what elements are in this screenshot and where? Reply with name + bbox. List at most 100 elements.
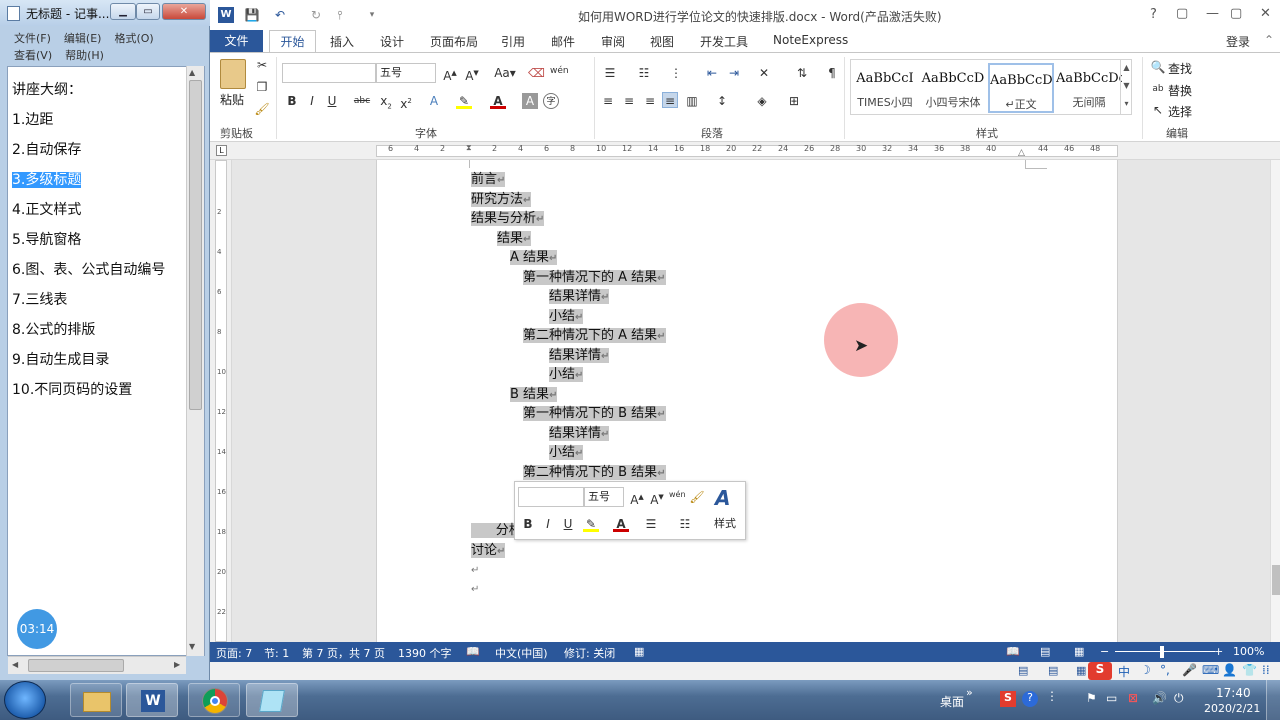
justify-icon[interactable]: ≡ (662, 92, 678, 108)
style-xiaosi-songti[interactable]: AaBbCcD 小四号宋体 (920, 63, 986, 113)
numbering-icon[interactable]: ☷ (636, 65, 652, 81)
doc-heading-line[interactable]: 第一种情况下的 B 结果↵ (523, 404, 666, 424)
hscrollbar-thumb[interactable] (28, 659, 124, 672)
scroll-down-icon[interactable]: ▼ (189, 642, 195, 651)
doc-heading-line[interactable]: 结果与分析↵ (471, 209, 545, 229)
align-right-icon[interactable]: ≡ (642, 93, 658, 109)
scroll-right-icon[interactable]: ▶ (174, 660, 180, 669)
distributed-icon[interactable]: ▥ (684, 93, 700, 109)
tab-noteexpress[interactable]: NoteExpress (773, 33, 848, 47)
doc-heading-line[interactable]: 结果↵ (497, 229, 532, 249)
mini-font-size[interactable]: 五号 (584, 487, 624, 507)
tray-power-icon[interactable]: ⏻ (1174, 691, 1184, 706)
ime-moon-icon[interactable]: ☽ (1140, 663, 1151, 677)
read-mode-icon[interactable]: 📖 (1006, 645, 1020, 658)
horizontal-ruler[interactable]: L ⧗ △ 6 4 2 2 4 6 8 10 12 14 16 18 20 22 24 26 28 30 32 34 3… (210, 142, 1280, 160)
mini-bullets-icon[interactable]: ☰ (643, 516, 659, 532)
doc-heading-line[interactable]: B 结果↵ (510, 385, 558, 405)
mini-underline-icon[interactable]: U (560, 516, 576, 532)
ribbon-display-button[interactable]: ▢ (1176, 6, 1188, 21)
reading-icon[interactable]: ▤ (1018, 664, 1028, 677)
word-minimize-button[interactable]: — (1206, 6, 1219, 21)
help-button[interactable]: ? (1150, 7, 1157, 22)
text-effects-icon[interactable]: A (426, 93, 442, 109)
select-icon[interactable]: ↖ (1150, 102, 1166, 118)
doc-heading-line[interactable]: 研究方法↵ (471, 190, 532, 210)
font-family-select[interactable] (282, 63, 376, 83)
maximize-button[interactable]: ▭ (136, 3, 160, 20)
character-shading-icon[interactable]: A (522, 93, 538, 109)
ime-grid-icon[interactable]: ⁞⁞ (1262, 663, 1270, 677)
strikethrough-icon[interactable]: abc (352, 93, 372, 109)
document-vertical-scrollbar[interactable] (1270, 160, 1280, 642)
mini-shrink-font-icon[interactable]: A▼ (649, 489, 665, 507)
proofing-icon[interactable]: 📖 (466, 645, 480, 658)
close-button[interactable]: ✕ (162, 3, 206, 20)
mini-styles-button[interactable]: 样式 (714, 515, 736, 531)
style-normal[interactable]: AaBbCcDd↵正文 (988, 63, 1054, 113)
customize-toolbar-icon[interactable]: ▾ (364, 7, 380, 23)
taskbar-explorer[interactable] (70, 683, 122, 717)
status-word-count[interactable]: 1390 个字 (398, 645, 452, 661)
highlight-icon[interactable]: ✎ (456, 93, 472, 109)
start-button[interactable] (4, 681, 46, 719)
menu-help[interactable]: 帮助(H) (65, 49, 104, 62)
borders-icon[interactable]: ⊞ (786, 93, 802, 109)
tab-file[interactable]: 文件 (210, 30, 263, 52)
tray-volume-icon[interactable]: 🔊 (1152, 691, 1167, 705)
scrollbar-thumb[interactable] (189, 80, 202, 410)
chinese-layout-icon[interactable]: ✕ (756, 65, 772, 81)
ime-punct-icon[interactable]: °, (1160, 663, 1170, 677)
toolbar-expand-icon[interactable]: » (966, 686, 973, 699)
ime-user-icon[interactable]: 👤 (1222, 663, 1237, 677)
undo-icon[interactable]: ↶ (272, 7, 288, 23)
italic-icon[interactable]: I (304, 93, 320, 109)
grow-font-icon[interactable]: A▲ (442, 65, 458, 83)
mini-font-color-icon[interactable]: A (613, 516, 629, 532)
doc-heading-line[interactable]: A 结果↵ (510, 248, 558, 268)
tab-developer[interactable]: 开发工具 (700, 33, 748, 50)
taskbar-notepad[interactable] (246, 683, 298, 717)
sort-icon[interactable]: ⇅ (794, 65, 810, 81)
ime-keyboard-icon[interactable]: ⌨ (1202, 663, 1219, 677)
collapse-ribbon-icon[interactable]: ⌃ (1264, 33, 1274, 47)
print-layout-icon[interactable]: ▤ (1040, 645, 1050, 658)
align-center-icon[interactable]: ≡ (621, 93, 637, 109)
menu-view[interactable]: 查看(V) (14, 49, 52, 62)
desktop-toolbar-label[interactable]: 桌面 (940, 693, 964, 710)
scroll-left-icon[interactable]: ◀ (12, 660, 18, 669)
right-indent-marker-icon[interactable]: △ (1018, 148, 1025, 158)
taskbar-word[interactable]: W (126, 683, 178, 717)
format-painter-icon[interactable]: 🖌 (254, 101, 270, 117)
word-maximize-button[interactable]: ▢ (1230, 6, 1242, 21)
menu-format[interactable]: 格式(O) (114, 32, 153, 45)
status-page[interactable]: 页面: 7 (216, 645, 252, 661)
increase-indent-icon[interactable]: ⇥ (726, 65, 742, 81)
cut-icon[interactable]: ✂ (254, 57, 270, 73)
ime-shirt-icon[interactable]: 👕 (1242, 663, 1257, 677)
document-page[interactable]: 分析 讨论↵ ↵ ↵ 前言↵ 研究方法↵ 结果与分析↵ 结果↵ A 结果↵ 第一种情况下的… (376, 160, 1118, 642)
word-titlebar[interactable]: W 💾 ↶ ↻ ⫯ ▾ 如何用WORD进行学位论文的快速排版.docx - Wo… (210, 0, 1280, 30)
tray-flag-icon[interactable]: ⚑ (1086, 691, 1097, 705)
status-language[interactable]: 中文(中国) (495, 645, 548, 661)
enclose-characters-icon[interactable]: 字 (543, 93, 559, 109)
sogou-ime-icon[interactable]: S (1088, 662, 1112, 680)
tab-design[interactable]: 设计 (380, 33, 404, 50)
tab-page-layout[interactable]: 页面布局 (430, 33, 478, 50)
doc-heading-line[interactable]: 结果详情↵ (549, 287, 610, 307)
replace-icon[interactable]: ab (1150, 81, 1166, 97)
clock-date[interactable]: 2020/2/21 (1204, 702, 1260, 715)
doc-heading-line[interactable]: 第一种情况下的 A 结果↵ (523, 268, 666, 288)
menu-file[interactable]: 文件(F) (14, 32, 51, 45)
doc-heading-line[interactable]: 第二种情况下的 B 结果↵ (523, 463, 666, 483)
doc-heading-line[interactable]: 前言↵ (471, 170, 506, 190)
mini-numbering-icon[interactable]: ☷ (677, 516, 693, 532)
copy-icon[interactable]: ❐ (254, 79, 270, 95)
taskbar-chrome[interactable] (188, 683, 240, 717)
save-icon[interactable]: 💾 (244, 7, 260, 23)
decrease-indent-icon[interactable]: ⇤ (704, 65, 720, 81)
notepad-vertical-scrollbar[interactable]: ▲ ▼ (186, 66, 204, 656)
mini-grow-font-icon[interactable]: A▲ (629, 489, 645, 507)
tab-references[interactable]: 引用 (501, 33, 525, 50)
line-spacing-icon[interactable]: ↕ (714, 93, 730, 109)
